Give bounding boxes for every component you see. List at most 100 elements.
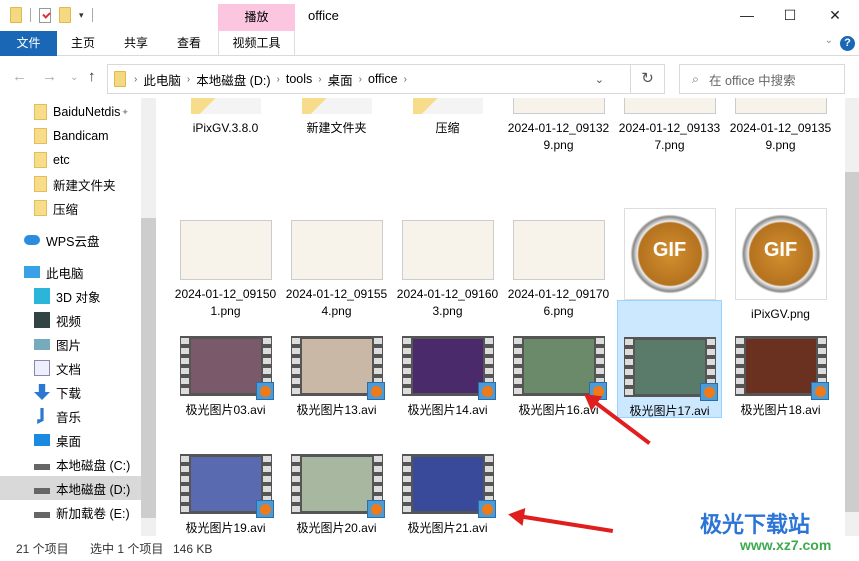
- file-item[interactable]: 极光图片18.avi: [728, 336, 833, 419]
- sidebar-item[interactable]: 压缩: [0, 196, 141, 220]
- file-item[interactable]: 极光图片03.avi: [173, 336, 278, 419]
- file-item[interactable]: 极光图片21.avi: [395, 454, 500, 536]
- image-thumbnail: [290, 220, 383, 280]
- navigation-bar: ← → ⌄ ↑ › 此电脑 › 本地磁盘 (D:) › tools › 桌面 ›…: [0, 62, 859, 94]
- drive-icon: [34, 512, 50, 518]
- file-item[interactable]: 压缩: [395, 98, 500, 137]
- address-history-dropdown[interactable]: ⌄: [595, 73, 604, 86]
- file-name: 极光图片14.avi: [407, 403, 488, 417]
- chevron-right-icon[interactable]: ›: [404, 74, 407, 85]
- cloud-icon: [24, 235, 40, 245]
- file-item[interactable]: 2024-01-12_091501.png: [173, 208, 278, 320]
- download-icon: [34, 384, 50, 400]
- context-tab-header: 播放: [218, 4, 295, 31]
- sidebar-item[interactable]: 新建文件夹: [0, 172, 141, 196]
- sidebar-item[interactable]: 桌面: [0, 428, 141, 452]
- maximize-button[interactable]: ☐: [775, 5, 805, 25]
- file-item[interactable]: 2024-01-12_091554.png: [284, 208, 389, 320]
- sidebar-item[interactable]: 视频: [0, 308, 141, 332]
- chevron-right-icon[interactable]: ›: [318, 74, 321, 85]
- sidebar-item-label: 视频: [56, 314, 82, 329]
- file-name: 极光图片21.avi: [407, 521, 488, 535]
- collapse-ribbon-icon[interactable]: ⌄: [825, 35, 833, 46]
- sidebar-item[interactable]: 音乐: [0, 404, 141, 428]
- breadcrumb-office[interactable]: office: [368, 72, 398, 86]
- tab-share[interactable]: 共享: [115, 31, 157, 56]
- tab-video-tools[interactable]: 视频工具: [218, 31, 295, 56]
- file-item[interactable]: 极光图片16.avi: [506, 336, 611, 419]
- file-name: 2024-01-12_091501.png: [174, 287, 277, 318]
- sidebar-item-label: BaiduNetdis: [53, 105, 121, 119]
- sidebar-item[interactable]: BaiduNetdis ✦: [0, 100, 141, 124]
- file-item[interactable]: 极光图片19.avi: [173, 454, 278, 536]
- selection-size: 146 KB: [173, 542, 213, 556]
- folder-icon: [34, 128, 47, 144]
- file-name: 极光图片03.avi: [185, 403, 266, 417]
- help-icon[interactable]: ?: [840, 36, 855, 51]
- file-item[interactable]: 2024-01-12_091359.png: [728, 98, 833, 154]
- breadcrumb-tools[interactable]: tools: [286, 72, 312, 86]
- file-item[interactable]: 极光图片20.avi: [284, 454, 389, 536]
- sidebar-item[interactable]: 下载: [0, 380, 141, 404]
- content-scroll-thumb[interactable]: [845, 172, 859, 512]
- tab-view[interactable]: 查看: [168, 31, 210, 56]
- tab-file[interactable]: 文件: [0, 31, 57, 56]
- close-button[interactable]: ✕: [820, 5, 850, 25]
- title-bar: ▾ 播放 office — ☐ ✕: [0, 0, 859, 31]
- sidebar-item[interactable]: Bandicam: [0, 124, 141, 148]
- video-thumbnail: [401, 336, 496, 400]
- search-input[interactable]: ⌕ 在 office 中搜索: [679, 64, 845, 94]
- file-item[interactable]: 2024-01-12_091603.png: [395, 208, 500, 320]
- file-item[interactable]: iPixGV.3.8.0: [173, 98, 278, 137]
- chevron-right-icon[interactable]: ›: [134, 74, 137, 85]
- sidebar-item-label: 本地磁盘 (D:): [56, 482, 131, 497]
- tab-home[interactable]: 主页: [62, 31, 104, 56]
- sidebar-scroll-thumb[interactable]: [141, 218, 156, 518]
- cube-icon: [34, 288, 50, 304]
- file-item[interactable]: 新建文件夹: [284, 98, 389, 137]
- breadcrumb-desktop[interactable]: 桌面: [328, 70, 353, 89]
- minimize-button[interactable]: —: [732, 5, 762, 25]
- recent-locations-button[interactable]: ⌄: [70, 72, 78, 83]
- address-bar[interactable]: › 此电脑 › 本地磁盘 (D:) › tools › 桌面 › office …: [107, 64, 665, 94]
- forward-button[interactable]: →: [42, 68, 57, 85]
- sidebar-item[interactable]: 本地磁盘 (D:): [0, 476, 141, 500]
- play-icon: [699, 383, 718, 401]
- sidebar-item-label: 本地磁盘 (C:): [56, 458, 131, 473]
- sidebar-item[interactable]: 文档: [0, 356, 141, 380]
- sidebar-item[interactable]: 本地磁盘 (C:): [0, 452, 141, 476]
- chevron-right-icon[interactable]: ›: [277, 74, 280, 85]
- back-button[interactable]: ←: [12, 68, 27, 85]
- file-name: 极光图片19.avi: [185, 521, 266, 535]
- chevron-right-icon[interactable]: ›: [359, 74, 362, 85]
- divider: [91, 8, 93, 22]
- file-item[interactable]: 2024-01-12_091706.png: [506, 208, 611, 320]
- sidebar-item[interactable]: etc: [0, 148, 141, 172]
- file-item[interactable]: 极光图片14.avi: [395, 336, 500, 419]
- properties-icon[interactable]: [39, 7, 51, 23]
- chevron-right-icon[interactable]: ›: [187, 74, 190, 85]
- up-button[interactable]: ↑: [88, 68, 96, 85]
- sidebar-item[interactable]: 3D 对象: [0, 284, 141, 308]
- file-item[interactable]: GIF iPixGV.png: [728, 208, 833, 323]
- file-item[interactable]: 极光图片13.avi: [284, 336, 389, 419]
- folder-icon: [301, 98, 372, 114]
- file-item[interactable]: 2024-01-12_091337.png: [617, 98, 722, 154]
- sidebar-item-label: 图片: [56, 338, 82, 353]
- refresh-button[interactable]: ↻: [630, 65, 664, 93]
- sidebar-item[interactable]: WPS云盘: [0, 228, 141, 252]
- quick-access-toolbar: ▾: [10, 7, 93, 23]
- folder-icon: [34, 104, 47, 120]
- file-item[interactable]: 极光图片17.avi: [617, 300, 722, 418]
- sidebar-item[interactable]: 图片: [0, 332, 141, 356]
- new-folder-icon[interactable]: [59, 7, 71, 23]
- play-icon: [366, 500, 385, 518]
- breadcrumb-drive-d[interactable]: 本地磁盘 (D:): [196, 70, 270, 89]
- file-item[interactable]: 2024-01-12_091329.png: [506, 98, 611, 154]
- customize-dropdown-icon[interactable]: ▾: [79, 10, 84, 21]
- watermark-url: www.xz7.com: [740, 537, 832, 553]
- sidebar-item[interactable]: 新加载卷 (E:): [0, 500, 141, 524]
- pin-icon: ✦: [121, 106, 129, 117]
- breadcrumb-this-pc[interactable]: 此电脑: [143, 70, 181, 89]
- sidebar-item[interactable]: 此电脑: [0, 260, 141, 284]
